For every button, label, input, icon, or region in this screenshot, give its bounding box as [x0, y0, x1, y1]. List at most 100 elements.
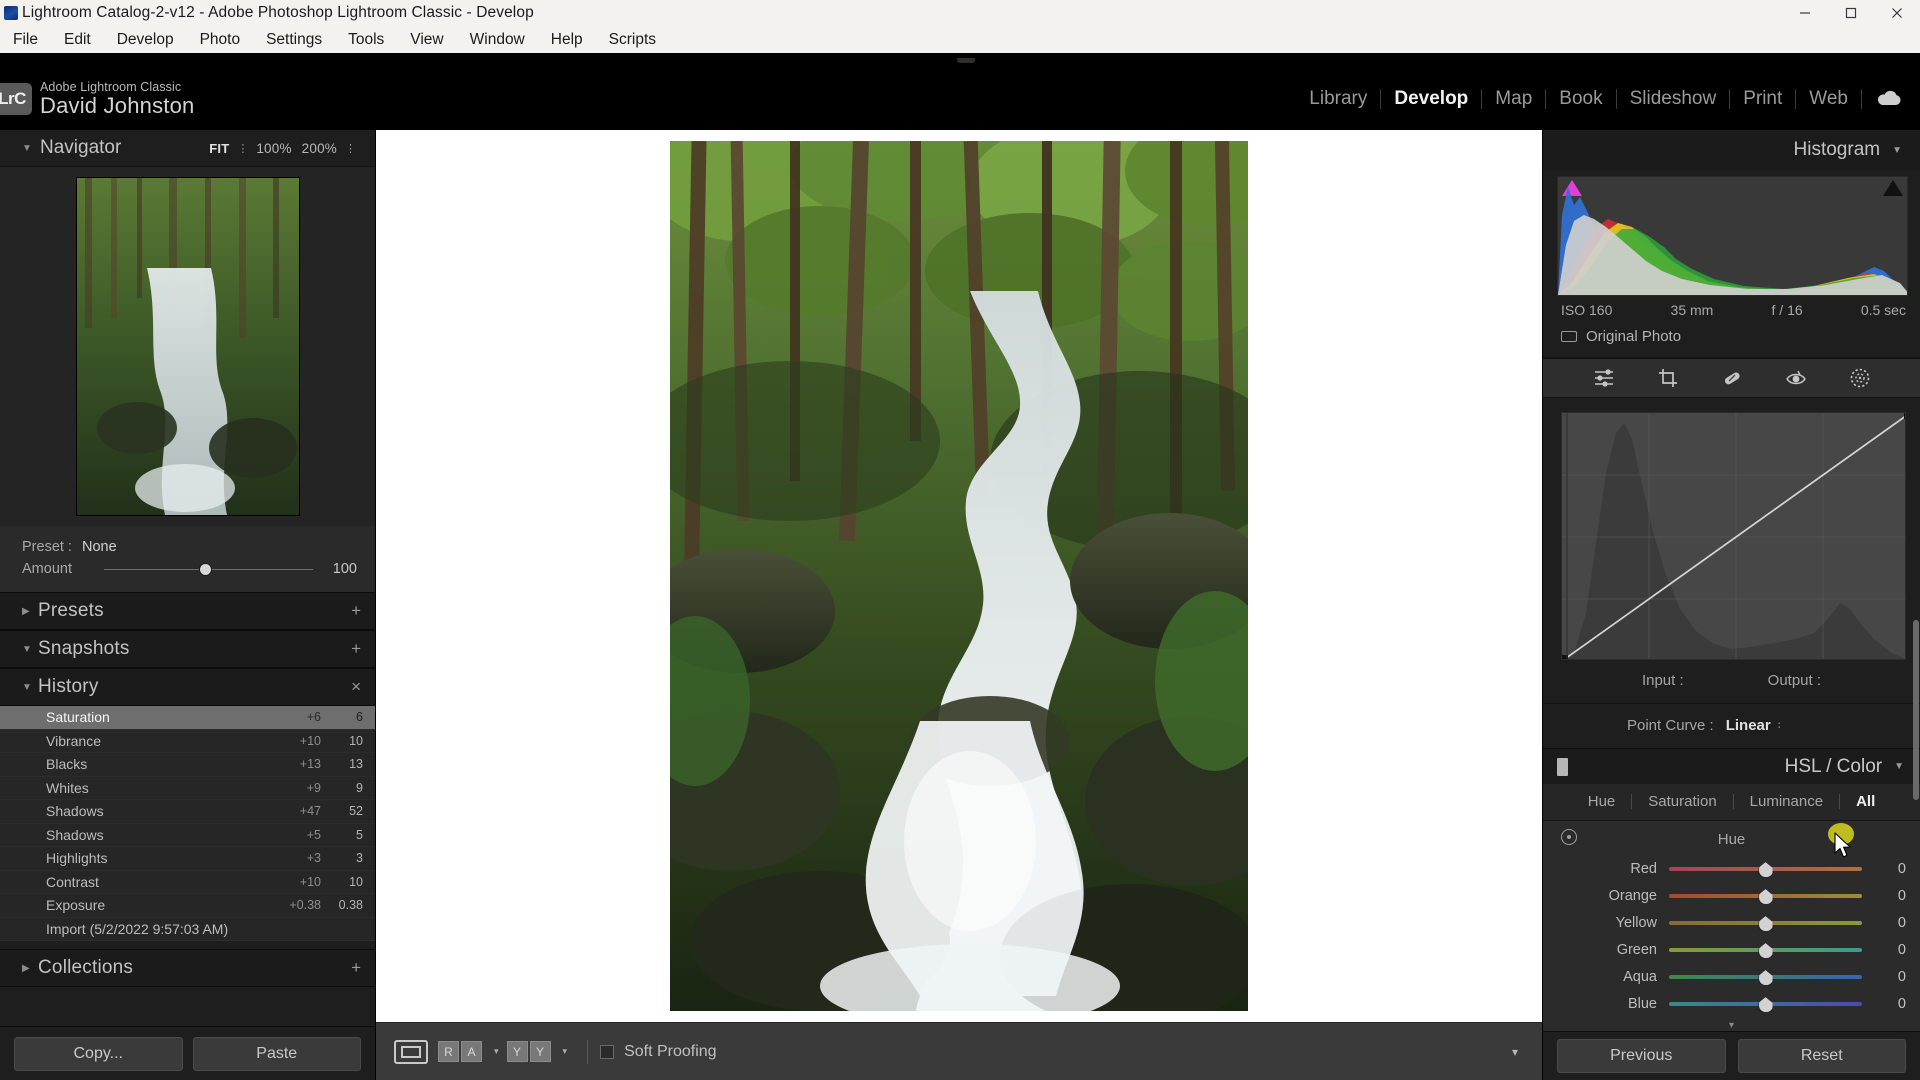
menu-file[interactable]: File [0, 29, 51, 51]
triangle-down-icon[interactable]: ▼ [22, 644, 38, 655]
paste-button[interactable]: Paste [193, 1037, 362, 1071]
slider-knob[interactable] [1759, 997, 1773, 1012]
slider-aqua[interactable]: Aqua 0 [1543, 964, 1920, 991]
add-preset-button[interactable]: + [351, 601, 361, 621]
histogram-graph[interactable] [1557, 176, 1908, 296]
history-row[interactable]: Blacks +13 13 [0, 753, 375, 777]
spot-removal-icon[interactable] [1720, 366, 1744, 390]
top-panel-toggle-nub[interactable] [957, 58, 975, 63]
amount-slider[interactable] [104, 569, 313, 570]
top-panel-edge[interactable] [0, 53, 1920, 68]
identity-plate[interactable]: Adobe Lightroom Classic David Johnston [40, 80, 194, 119]
preset-row[interactable]: Preset : None [22, 536, 357, 558]
red-eye-icon[interactable] [1784, 366, 1808, 390]
slider-knob[interactable] [1759, 943, 1773, 958]
slider-track[interactable] [1669, 894, 1862, 898]
slider-knob[interactable] [1759, 862, 1773, 877]
tab-saturation[interactable]: Saturation [1632, 793, 1732, 810]
triangle-right-icon[interactable]: ▶ [22, 606, 38, 617]
before-after-yy-button[interactable]: Y Y [507, 1041, 551, 1062]
history-row[interactable]: Import (5/2/2022 9:57:03 AM) [0, 918, 375, 942]
masking-icon[interactable] [1848, 366, 1872, 390]
menu-view[interactable]: View [397, 29, 456, 51]
tone-curve-graph[interactable] [1561, 412, 1906, 660]
original-photo-row[interactable]: Original Photo [1543, 318, 1920, 358]
amount-row[interactable]: Amount 100 [22, 558, 357, 580]
zoom-fit-dots-icon[interactable]: ⋮ [234, 142, 251, 155]
navigator-preview[interactable] [0, 166, 375, 526]
add-collection-button[interactable]: + [351, 958, 361, 978]
point-curve-row[interactable]: Point Curve : Linear ∶ [1543, 704, 1920, 749]
amount-slider-knob[interactable] [200, 564, 211, 575]
slider-track[interactable] [1669, 921, 1862, 925]
history-row[interactable]: Exposure +0.38 0.38 [0, 894, 375, 918]
module-print[interactable]: Print [1730, 88, 1795, 110]
history-row[interactable]: Contrast +10 10 [0, 871, 375, 895]
reset-button[interactable]: Reset [1738, 1039, 1907, 1073]
tab-all[interactable]: All [1840, 793, 1891, 810]
module-develop[interactable]: Develop [1381, 88, 1481, 110]
history-row[interactable]: Vibrance +10 10 [0, 730, 375, 754]
section-history[interactable]: ▼ History × [0, 668, 375, 706]
history-row[interactable]: Whites +9 9 [0, 777, 375, 801]
zoom-100[interactable]: 100% [251, 141, 296, 156]
right-panel-scrollbar[interactable] [1913, 620, 1919, 800]
history-row[interactable]: Saturation +6 6 [0, 706, 375, 730]
cloud-icon[interactable] [1862, 90, 1914, 108]
menu-window[interactable]: Window [457, 29, 538, 51]
slider-track[interactable] [1669, 975, 1862, 979]
module-book[interactable]: Book [1546, 88, 1615, 110]
image-canvas[interactable] [376, 130, 1542, 1022]
before-after-ra-button[interactable]: R A [438, 1041, 482, 1062]
menu-scripts[interactable]: Scripts [596, 29, 669, 51]
slider-track[interactable] [1669, 948, 1862, 952]
triangle-down-icon[interactable]: ▼ [1894, 761, 1904, 772]
menu-tools[interactable]: Tools [335, 29, 397, 51]
slider-track[interactable] [1669, 1002, 1862, 1006]
slider-knob[interactable] [1759, 970, 1773, 985]
history-row[interactable]: Shadows +5 5 [0, 824, 375, 848]
triangle-right-icon[interactable]: ▶ [22, 963, 38, 974]
module-library[interactable]: Library [1296, 88, 1380, 110]
menu-photo[interactable]: Photo [187, 29, 254, 51]
slider-blue[interactable]: Blue 0 [1543, 991, 1920, 1018]
history-row[interactable]: Shadows +47 52 [0, 800, 375, 824]
hsl-panel-switch[interactable] [1557, 758, 1568, 776]
tab-hue[interactable]: Hue [1572, 793, 1632, 810]
hsl-scroll-more-icon[interactable]: ▾ [1543, 1018, 1920, 1031]
before-after-yy-caret-icon[interactable]: ▾ [555, 1046, 576, 1057]
crop-icon[interactable] [1656, 366, 1680, 390]
slider-yellow[interactable]: Yellow 0 [1543, 910, 1920, 937]
zoom-fit[interactable]: FIT [204, 141, 234, 156]
section-presets[interactable]: ▶ Presets + [0, 592, 375, 630]
hsl-color-header[interactable]: HSL / Color ▼ [1543, 749, 1920, 784]
slider-track[interactable] [1669, 867, 1862, 871]
previous-button[interactable]: Previous [1557, 1039, 1726, 1073]
slider-green[interactable]: Green 0 [1543, 937, 1920, 964]
point-curve-value[interactable]: Linear [1726, 717, 1771, 734]
soft-proofing-checkbox[interactable] [600, 1045, 614, 1059]
triangle-down-icon[interactable]: ▼ [22, 143, 40, 154]
toolbar-options-caret-icon[interactable]: ▾ [1512, 1045, 1524, 1059]
zoom-200[interactable]: 200% [297, 141, 342, 156]
slider-red[interactable]: Red 0 [1543, 856, 1920, 883]
clear-history-button[interactable]: × [351, 677, 361, 697]
add-snapshot-button[interactable]: + [351, 639, 361, 659]
close-button[interactable] [1874, 0, 1920, 26]
section-collections[interactable]: ▶ Collections + [0, 949, 375, 987]
triangle-down-icon[interactable]: ▼ [22, 682, 38, 693]
module-slideshow[interactable]: Slideshow [1617, 88, 1730, 110]
menu-edit[interactable]: Edit [51, 29, 104, 51]
before-after-ra-caret-icon[interactable]: ▾ [486, 1046, 507, 1057]
module-map[interactable]: Map [1482, 88, 1545, 110]
histogram-header[interactable]: Histogram ▼ [1543, 130, 1920, 170]
lrc-logo-badge[interactable]: LrC [0, 83, 32, 115]
photo-preview[interactable] [670, 141, 1248, 1011]
menu-settings[interactable]: Settings [253, 29, 335, 51]
slider-orange[interactable]: Orange 0 [1543, 883, 1920, 910]
tab-luminance[interactable]: Luminance [1734, 793, 1839, 810]
triangle-down-icon[interactable]: ▼ [1892, 145, 1902, 156]
target-adjust-icon[interactable] [1561, 829, 1577, 845]
menu-develop[interactable]: Develop [104, 29, 187, 51]
loupe-view-icon[interactable] [394, 1040, 428, 1064]
